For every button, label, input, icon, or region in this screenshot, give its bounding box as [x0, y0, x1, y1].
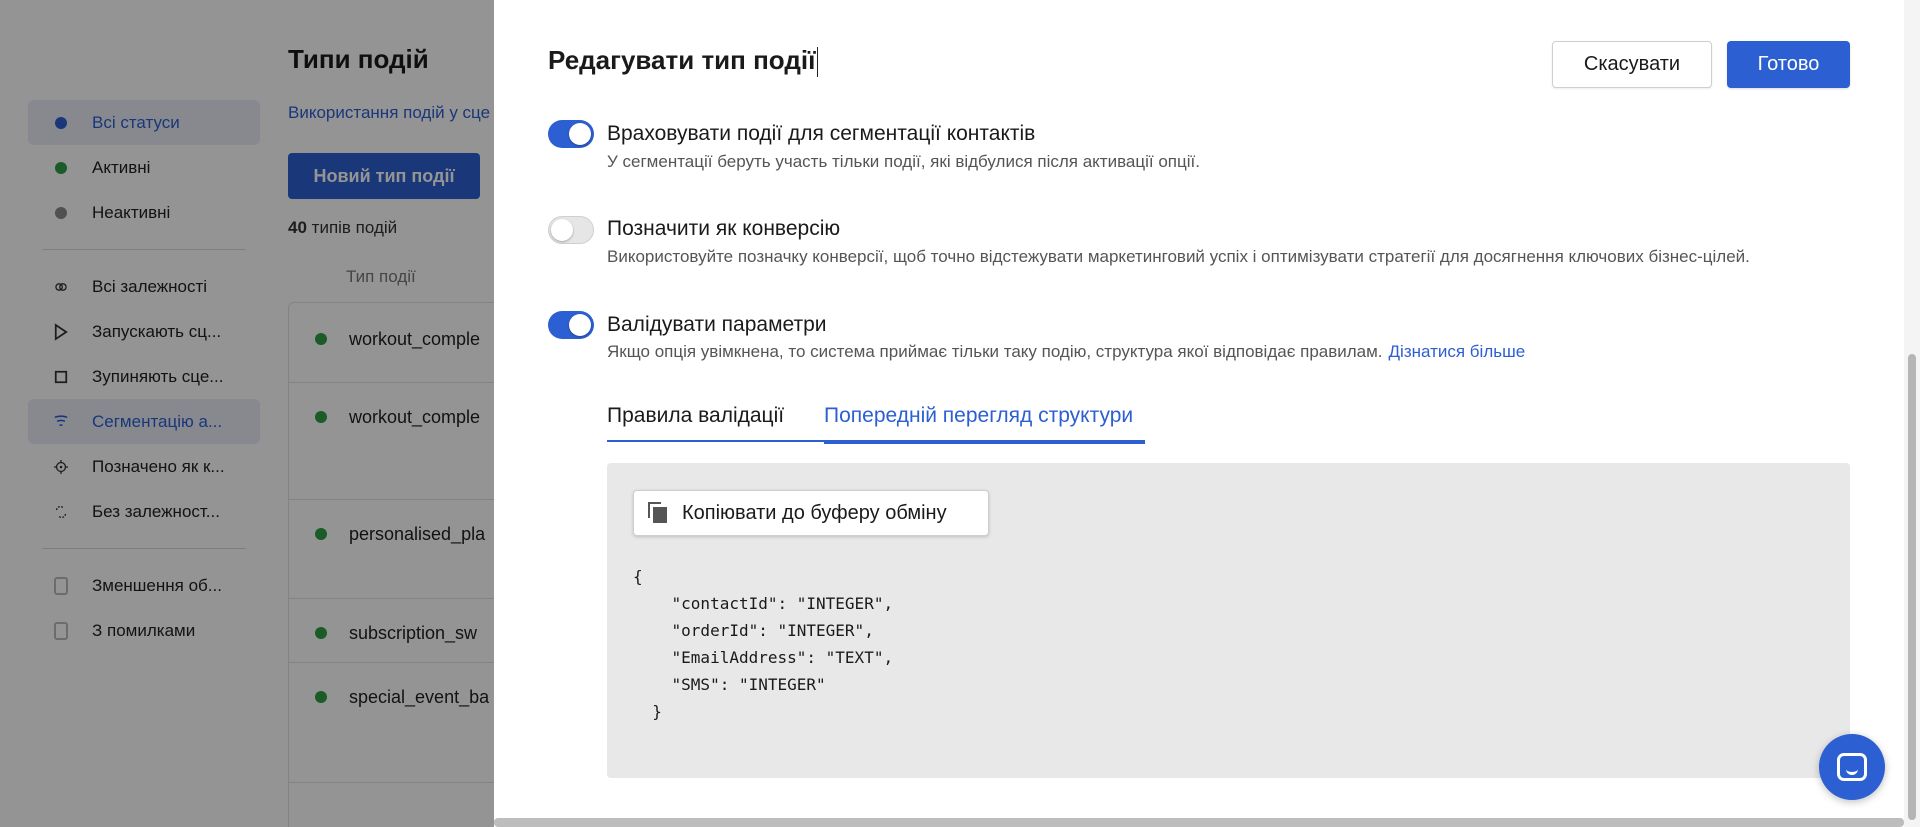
toggle-knob [569, 123, 591, 145]
chat-icon [1837, 753, 1867, 781]
segmentation-option-label: Враховувати події для сегментації контак… [607, 122, 1036, 145]
validate-params-description-text: Якщо опція увімкнена, то система приймає… [607, 342, 1383, 361]
validate-params-toggle[interactable] [548, 311, 594, 339]
copy-icon [648, 502, 668, 524]
copy-to-clipboard-button[interactable]: Копіювати до буферу обміну [633, 490, 989, 536]
validate-params-option-label: Валідувати параметри [607, 313, 827, 336]
drawer-title-text: Редагувати тип події [548, 45, 816, 75]
toggle-knob [569, 314, 591, 336]
drawer-title[interactable]: Редагувати тип події [548, 45, 819, 78]
conversion-option-description: Використовуйте позначку конверсії, щоб т… [607, 247, 1750, 266]
structure-preview-panel: Копіювати до буферу обміну { "contactId"… [607, 463, 1850, 778]
conversion-option-label: Позначити як конверсію [607, 217, 841, 240]
cancel-button[interactable]: Скасувати [1552, 41, 1712, 88]
horizontal-scrollbar[interactable] [494, 818, 1904, 827]
done-button[interactable]: Готово [1727, 41, 1850, 88]
vertical-scrollbar[interactable] [1904, 0, 1920, 827]
scrollbar-thumb[interactable] [1908, 354, 1916, 820]
segmentation-toggle[interactable] [548, 120, 594, 148]
structure-code-block: { "contactId": "INTEGER", "orderId": "IN… [633, 567, 894, 721]
conversion-toggle[interactable] [548, 216, 594, 244]
tab-validation-rules[interactable]: Правила валідації [607, 404, 784, 428]
active-tab-underline [824, 440, 1145, 444]
learn-more-link[interactable]: Дізнатися більше [1389, 342, 1526, 361]
validate-params-option-description: Якщо опція увімкнена, то система приймає… [607, 342, 1525, 362]
edit-event-type-drawer: Редагувати тип події Скасувати Готово Вр… [494, 0, 1920, 827]
text-caret [817, 47, 819, 78]
tab-structure-preview[interactable]: Попередній перегляд структури [824, 404, 1133, 428]
toggle-knob [551, 219, 573, 241]
chat-support-button[interactable] [1819, 734, 1885, 800]
segmentation-option-description: У сегментації беруть участь тільки події… [607, 152, 1200, 171]
validation-tabs: Правила валідації Попередній перегляд ст… [607, 398, 1145, 444]
copy-button-label: Копіювати до буферу обміну [682, 501, 947, 524]
